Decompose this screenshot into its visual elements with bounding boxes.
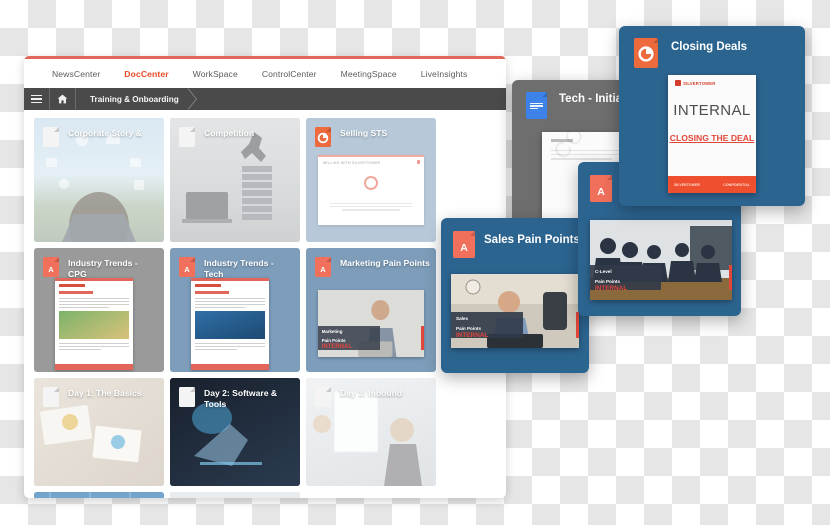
tile-day-3[interactable]: Day 3: Inbound	[306, 378, 436, 486]
document-icon	[315, 387, 331, 407]
doc-subtitle: CLOSING THE DEAL	[669, 133, 755, 143]
svg-text:A: A	[48, 265, 54, 274]
tile-title: Industry Trends - Tech	[204, 258, 274, 279]
svg-text:A: A	[320, 265, 326, 274]
tile-title: Selling STS	[340, 128, 388, 138]
nav-item-liveinsights[interactable]: LiveInsights	[409, 69, 480, 79]
ribbon-line-1: Sales	[456, 316, 469, 321]
brand-logo: SILVERTOWER	[675, 80, 756, 86]
nav-item-meetingspace[interactable]: MeetingSpace	[329, 69, 409, 79]
nav-item-workspace[interactable]: WorkSpace	[181, 69, 250, 79]
ribbon-line-3: INTERNAL	[456, 332, 489, 340]
svg-text:A: A	[460, 242, 468, 254]
tile-title: Day 3: Inbound	[340, 388, 403, 398]
thumbnail-ribbon: C-Level Pain Points INTERNAL	[590, 265, 661, 293]
doc-footer-right: CONFIDENTIAL	[723, 182, 750, 187]
document-icon	[179, 387, 195, 407]
document-icon	[43, 387, 59, 407]
thumbnail-ribbon: Sales Pain Points INTERNAL	[451, 312, 523, 340]
doc-internal-label: INTERNAL	[673, 102, 751, 119]
tile-title: Day 2: Software & Tools	[204, 388, 278, 409]
ribbon-line-1: Marketing	[321, 329, 343, 335]
tile-marketing-pain-points[interactable]: Marketing Pain Points INTERNAL A Marketi…	[306, 248, 436, 372]
nav-item-doccenter[interactable]: DocCenter	[112, 69, 180, 79]
google-docs-icon	[526, 92, 552, 124]
tile-day-1[interactable]: Day 1: The Basics	[34, 378, 164, 486]
tile-day-5[interactable]: Day 5: Sales Leadership	[170, 492, 300, 498]
ribbon-line-1: C-Level	[595, 269, 612, 274]
tile-industry-trends-tech[interactable]: A Industry Trends - Tech	[170, 248, 300, 372]
tile-title: Industry Trends - CPG	[68, 258, 138, 279]
ribbon-line-3: INTERNAL	[595, 285, 628, 293]
tile-photo	[34, 492, 164, 498]
tile-selling-sts[interactable]: SELLING WITH SILVERTOWER Selling STS	[306, 118, 436, 242]
document-icon	[179, 127, 195, 147]
tile-thumbnail	[54, 277, 133, 370]
hamburger-menu-button[interactable]	[24, 88, 50, 110]
tile-overlay-veil	[170, 492, 300, 498]
tile-corporate-story[interactable]: Corporate Story &	[34, 118, 164, 242]
tile-thumbnail: Marketing Pain Points INTERNAL	[317, 290, 425, 358]
breadcrumb-bar: Training & Onboarding	[24, 88, 506, 110]
document-tile-grid: Corporate Story & Competition SELLING WI…	[24, 110, 506, 498]
powerpoint-icon	[634, 38, 660, 70]
doc-footer: SILVERTOWER CONFIDENTIAL	[668, 176, 756, 193]
nav-item-newscenter[interactable]: NewsCenter	[40, 69, 112, 79]
tile-title: Competition	[204, 128, 255, 138]
tile-thumbnail	[190, 277, 269, 370]
tile-title: Marketing Pain Points	[340, 258, 430, 268]
doc-footer-left: SILVERTOWER	[674, 182, 701, 187]
overlay-card-sales-pain-points[interactable]: A Sales Pain Points Sales Pain Points IN…	[441, 218, 589, 373]
hamburger-icon	[31, 93, 42, 106]
pdf-icon: A	[43, 257, 59, 277]
tile-day-4[interactable]: Day 4: Full Cycle Sell	[34, 492, 164, 498]
home-icon	[57, 94, 68, 104]
overlay-thumbnail: SILVERTOWER INTERNAL CLOSING THE DEAL SI…	[668, 75, 756, 193]
tile-title: Corporate Story &	[68, 128, 143, 138]
tile-industry-trends-cpg[interactable]: A Industry Trends - CPG	[34, 248, 164, 372]
pdf-icon: A	[179, 257, 195, 277]
tile-title: Day 1: The Basics	[68, 388, 142, 398]
powerpoint-icon	[315, 127, 331, 147]
svg-text:A: A	[597, 186, 605, 198]
overlay-title: Sales Pain Points	[484, 234, 580, 246]
overlay-title: Closing Deals	[671, 41, 748, 53]
ribbon-line-2: Pain Points	[456, 325, 482, 331]
nav-item-controlcenter[interactable]: ControlCenter	[250, 69, 329, 79]
pdf-icon: A	[590, 175, 616, 207]
breadcrumb-chevron-icon	[186, 88, 198, 110]
ribbon-line-3: INTERNAL	[321, 343, 353, 350]
overlay-thumbnail: Sales Pain Points INTERNAL	[451, 274, 579, 348]
overlay-card-closing-deals[interactable]: Closing Deals SILVERTOWER INTERNAL CLOSI…	[619, 26, 805, 206]
pdf-icon: A	[453, 231, 479, 263]
overlay-thumbnail: C-Level Pain Points INTERNAL	[590, 220, 732, 300]
home-button[interactable]	[50, 88, 76, 110]
pdf-icon: A	[315, 257, 331, 277]
breadcrumb-current[interactable]: Training & Onboarding	[76, 88, 191, 110]
app-window: NewsCenter DocCenter WorkSpace ControlCe…	[24, 56, 506, 498]
tile-day-2[interactable]: Day 2: Software & Tools	[170, 378, 300, 486]
document-icon	[43, 127, 59, 147]
tile-competition[interactable]: Competition	[170, 118, 300, 242]
ribbon-line-2: Pain Points	[595, 278, 621, 284]
ribbon-line-2: Pain Points	[321, 337, 346, 343]
thumbnail-ribbon: Marketing Pain Points INTERNAL	[317, 326, 380, 351]
brand-name: SILVERTOWER	[683, 80, 716, 86]
svg-text:A: A	[184, 265, 190, 274]
main-navigation: NewsCenter DocCenter WorkSpace ControlCe…	[24, 59, 506, 88]
